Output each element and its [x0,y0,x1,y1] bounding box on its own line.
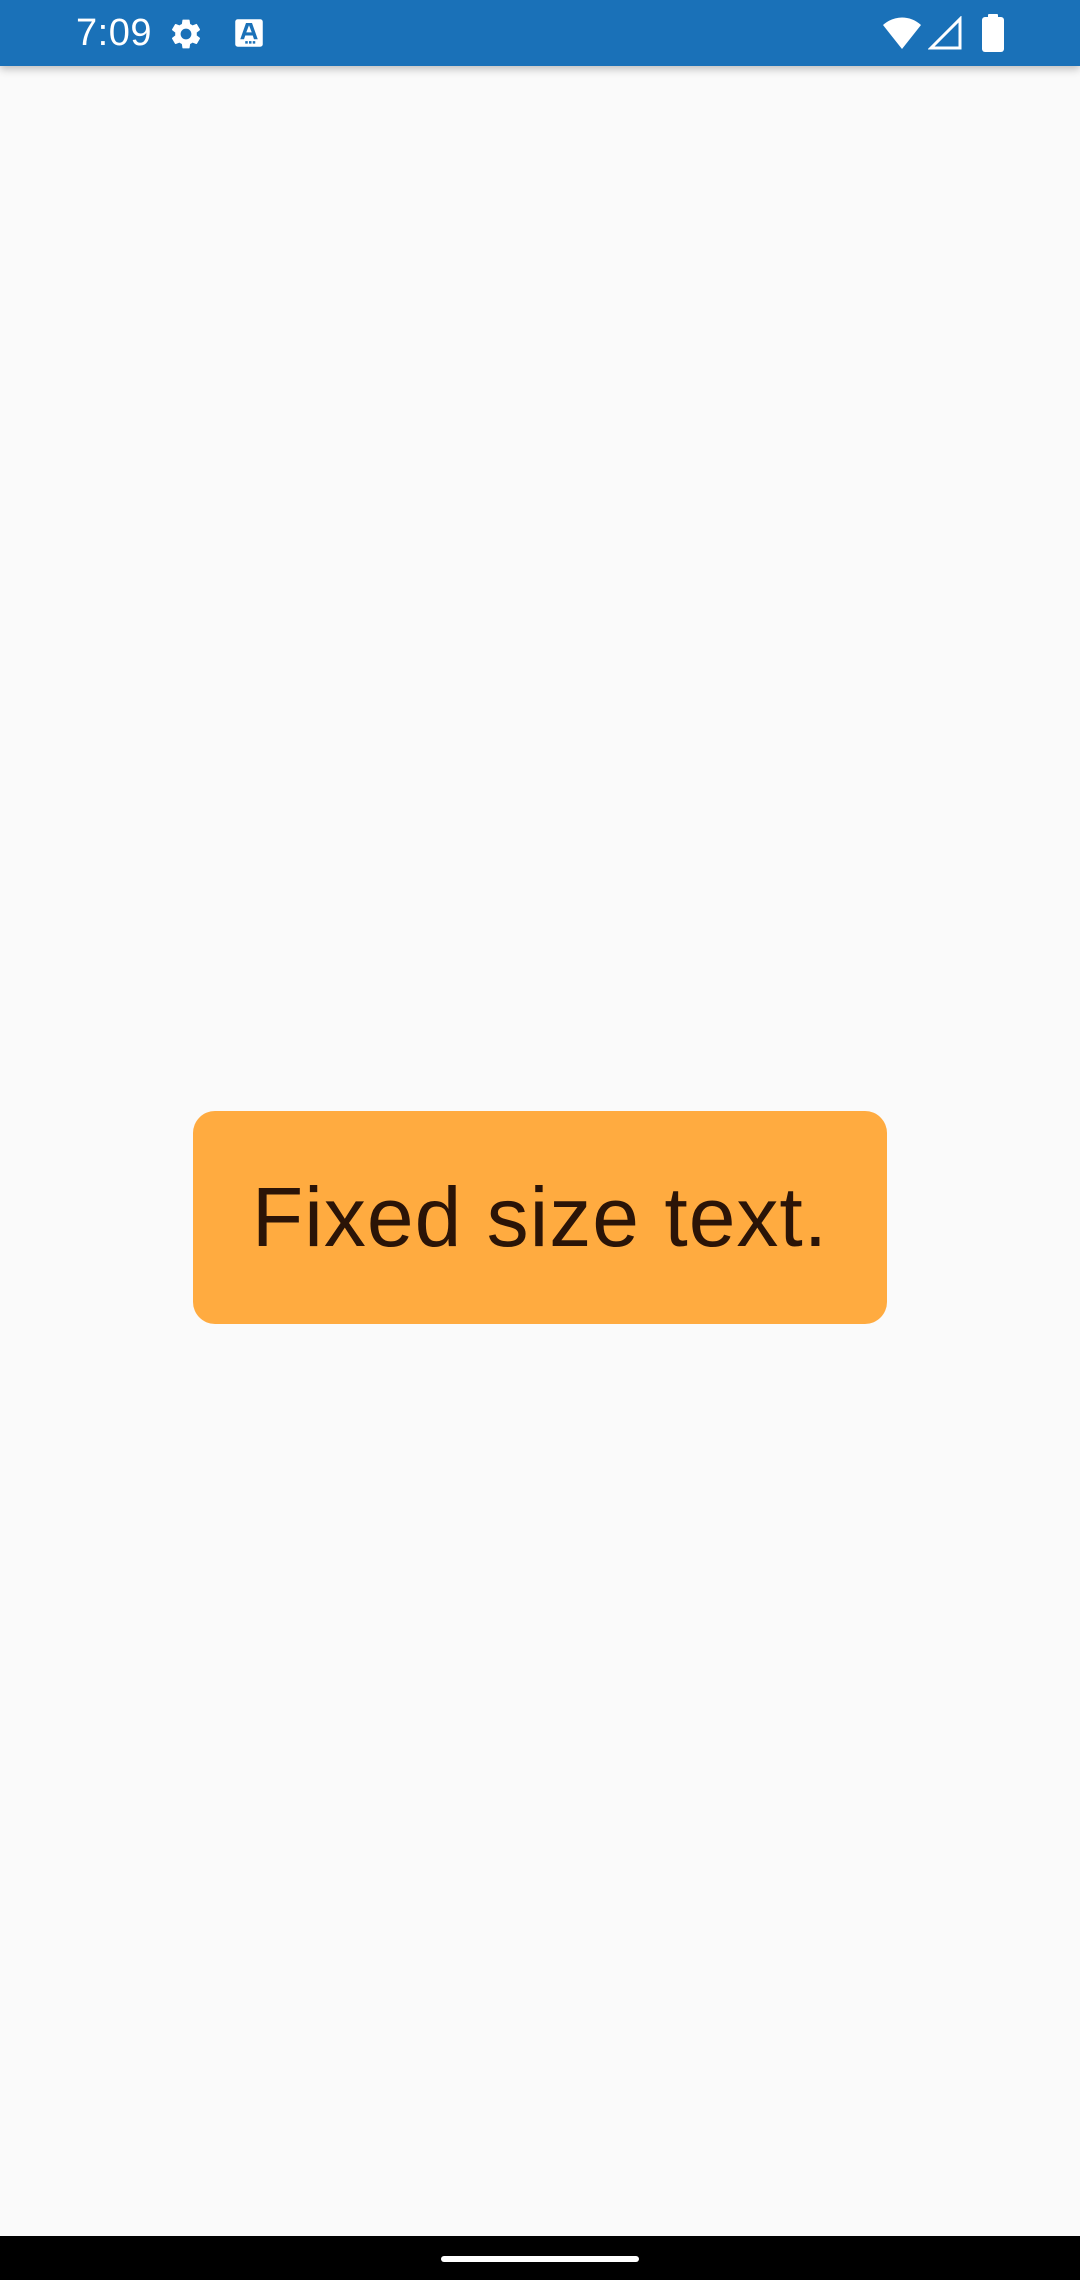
battery-icon [982,14,1004,52]
navigation-bar [0,2236,1080,2280]
a-icon [235,19,263,47]
status-bar: 7:09 [0,0,1080,66]
home-indicator[interactable] [441,2256,639,2262]
status-time: 7:09 [76,12,152,54]
fixed-size-text: Fixed size text. [251,1170,829,1264]
settings-icon [171,19,201,49]
fixed-size-text-box: Fixed size text. [193,1111,887,1324]
wifi-icon [883,17,921,49]
signal-icon [928,16,962,50]
content-area: Fixed size text. [0,66,1080,2236]
